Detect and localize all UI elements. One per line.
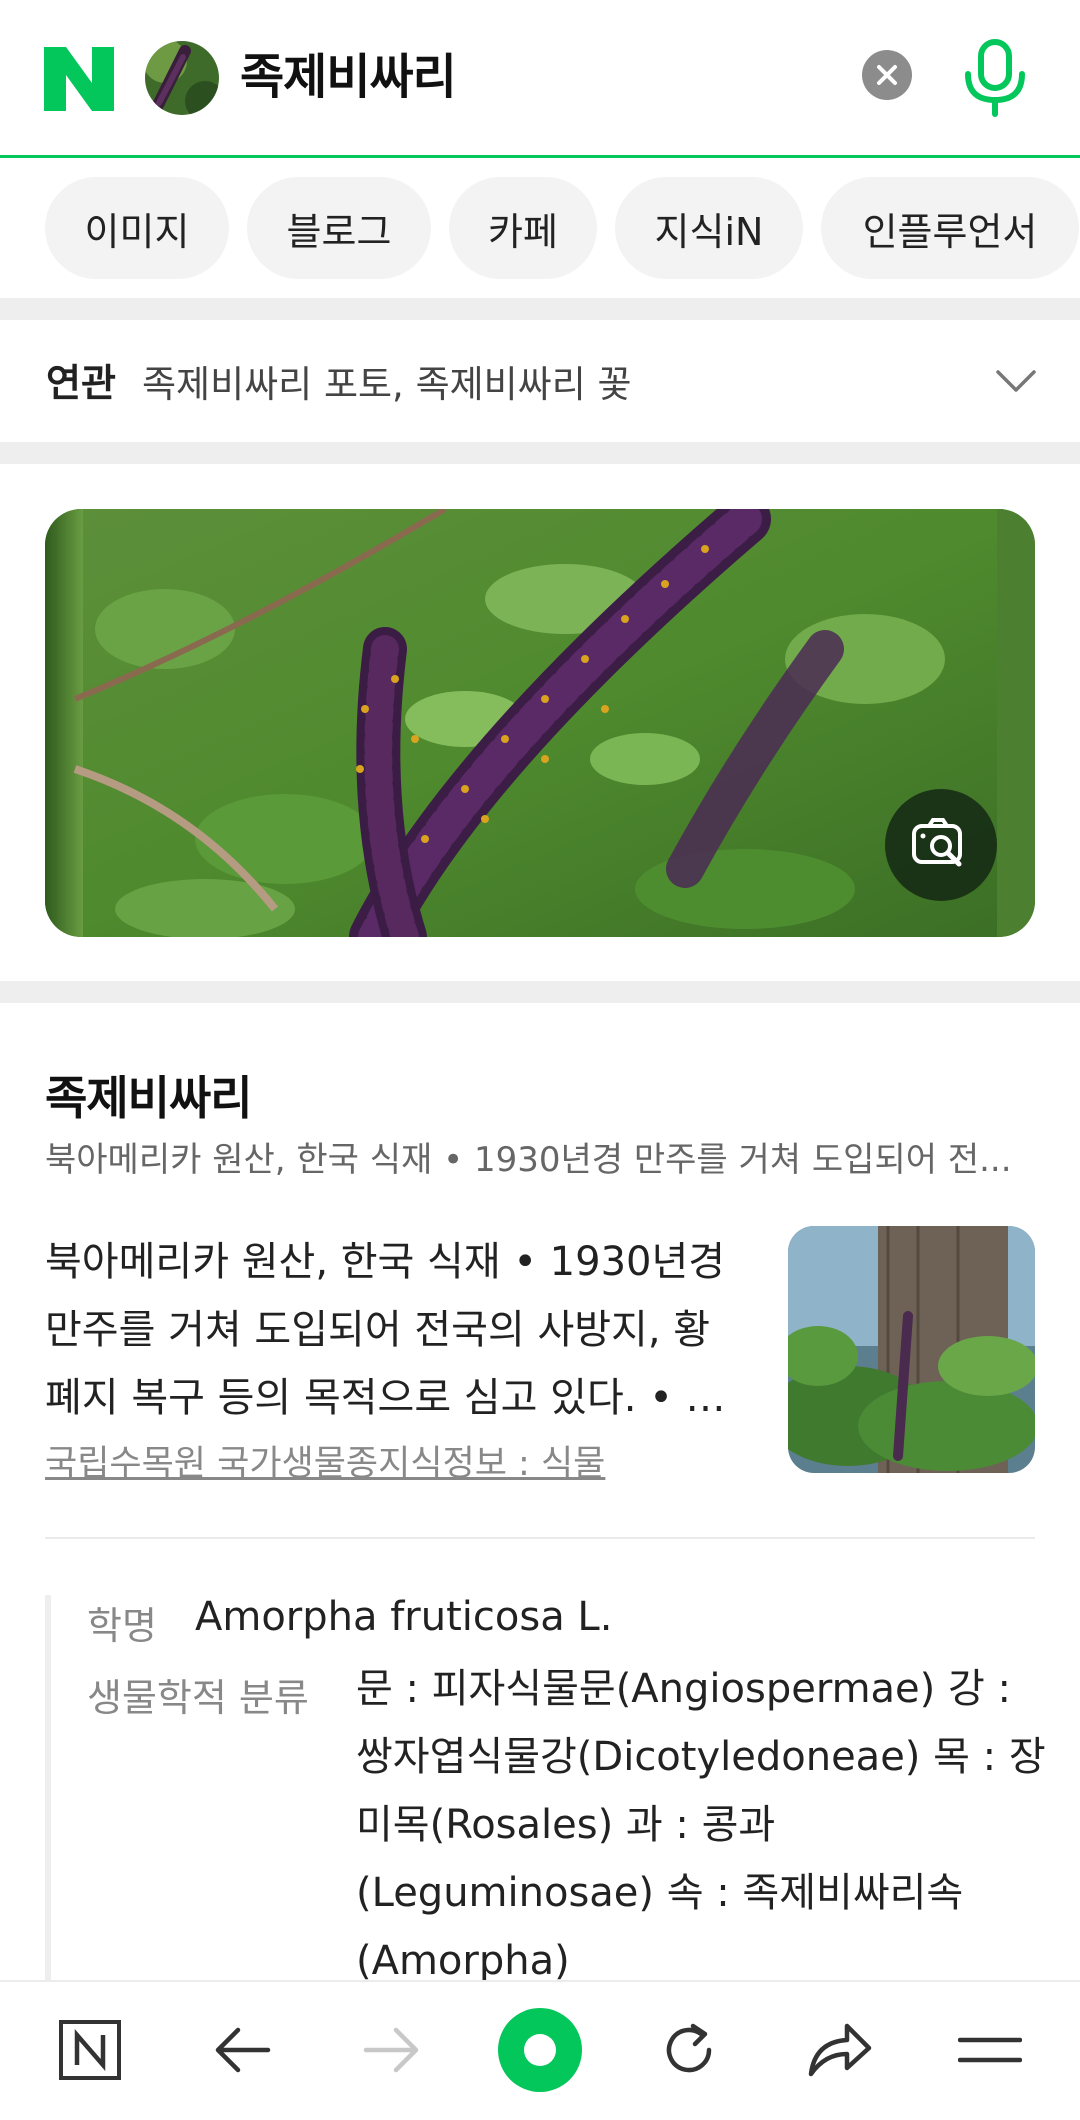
naver-home-button[interactable] <box>40 2000 140 2100</box>
scientific-name-value: Amorpha fruticosa L. <box>195 1594 613 1640</box>
menu-button[interactable] <box>940 2000 1040 2100</box>
taxonomy-line: (Leguminosae) 속 : 족제비싸리속 <box>356 1870 964 1916</box>
related-keywords[interactable]: 족제비싸리 포토, 족제비싸리 꽃 <box>142 354 632 408</box>
menu-icon <box>958 2037 1022 2063</box>
back-arrow-icon <box>215 2027 271 2073</box>
search-header: 족제비싸리 <box>0 0 1080 158</box>
divider <box>45 1537 1035 1539</box>
search-query-text[interactable]: 족제비싸리 <box>240 44 457 110</box>
category-tabs: 이미지 블로그 카페 지식iN 인플루언서 <box>0 160 1080 295</box>
naver-logo-icon[interactable] <box>44 47 114 111</box>
microphone-icon[interactable] <box>960 38 1030 118</box>
clear-search-button[interactable] <box>862 50 912 100</box>
description-line: 북아메리카 원산, 한국 식재 • 1930년경 <box>45 1239 726 1285</box>
section-divider <box>0 981 1080 1003</box>
tab-blog[interactable]: 블로그 <box>247 177 431 279</box>
description-line: 만주를 거쳐 도입되어 전국의 사방지, 황 <box>45 1307 711 1353</box>
taxonomy-line: 문 : 피자식물문(Angiospermae) 강 : <box>356 1666 1011 1712</box>
naver-home-icon <box>59 2020 121 2080</box>
taxonomy-line: 쌍자엽식물강(Dicotyledoneae) 목 : 장 <box>356 1734 1046 1780</box>
taxonomy-value: 문 : 피자식물문(Angiospermae) 강 : 쌍자엽식물강(Dicot… <box>356 1655 1046 1995</box>
tab-knowledge-in[interactable]: 지식iN <box>615 177 803 279</box>
query-thumbnail <box>145 41 219 115</box>
knowledge-description[interactable]: 북아메리카 원산, 한국 식재 • 1930년경 만주를 거쳐 도입되어 전국의… <box>45 1228 745 1432</box>
image-search-button[interactable] <box>885 789 997 901</box>
tab-cafe[interactable]: 카페 <box>449 177 597 279</box>
knowledge-thumbnail[interactable] <box>788 1226 1035 1473</box>
forward-arrow-icon <box>363 2027 419 2073</box>
taxonomy-label: 생물학적 분류 <box>87 1676 309 1720</box>
scientific-name-label: 학명 <box>87 1604 157 1648</box>
section-divider <box>0 298 1080 320</box>
chevron-down-icon[interactable] <box>994 358 1038 402</box>
share-icon <box>808 2023 872 2077</box>
tab-images[interactable]: 이미지 <box>45 177 229 279</box>
refresh-icon <box>666 2023 712 2073</box>
related-searches[interactable]: 연관 족제비싸리 포토, 족제비싸리 꽃 <box>0 320 1080 442</box>
quote-bar <box>45 1595 51 1995</box>
description-line: 폐지 복구 등의 목적으로 심고 있다. • 맹... <box>45 1375 745 1421</box>
related-label: 연관 <box>46 361 116 405</box>
green-dot-button[interactable] <box>490 2000 590 2100</box>
share-button[interactable] <box>790 2000 890 2100</box>
green-dot-icon <box>498 2008 582 2092</box>
tab-influencer[interactable]: 인플루언서 <box>821 177 1079 279</box>
section-divider <box>0 442 1080 464</box>
browser-bottom-nav <box>0 1980 1080 2120</box>
knowledge-source-link[interactable]: 국립수목원 국가생물종지식정보 : 식물 <box>45 1435 605 1486</box>
knowledge-subtitle: 북아메리카 원산, 한국 식재 • 1930년경 만주를 거쳐 도입되어 전..… <box>45 1140 1012 1180</box>
close-icon <box>877 65 897 85</box>
forward-button[interactable] <box>342 2000 442 2100</box>
refresh-button[interactable] <box>639 2000 739 2100</box>
knowledge-title[interactable]: 족제비싸리 <box>45 1062 253 1128</box>
back-button[interactable] <box>192 2000 292 2100</box>
lens-camera-icon <box>912 818 962 867</box>
taxonomy-line: 미목(Rosales) 과 : 콩과 <box>356 1802 776 1848</box>
plant-info-table: 학명 Amorpha fruticosa L. 생물학적 분류 문 : 피자식물… <box>45 1594 1046 1995</box>
plant-photo[interactable] <box>45 509 1035 937</box>
